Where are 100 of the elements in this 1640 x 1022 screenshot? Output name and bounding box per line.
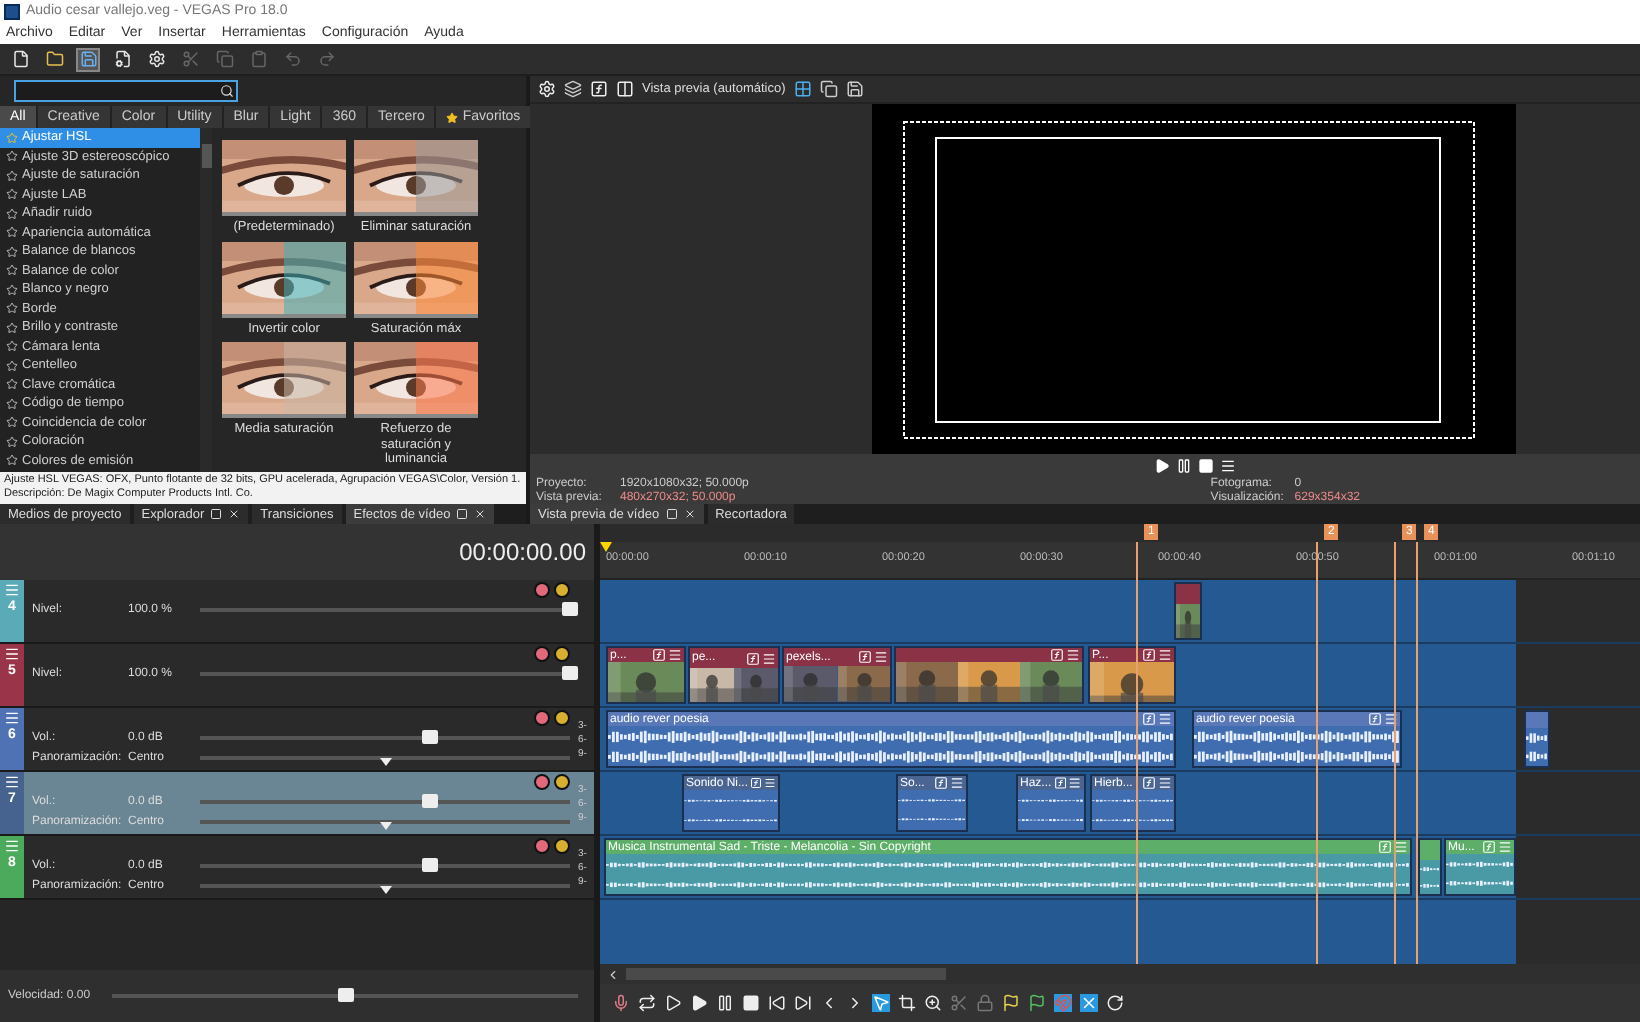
pan-thumb[interactable] (379, 886, 391, 894)
mute-icon[interactable] (534, 646, 550, 662)
menu-icon[interactable] (764, 776, 776, 790)
solo-icon[interactable] (554, 710, 570, 726)
paste-icon[interactable] (246, 47, 270, 71)
star-icon (446, 111, 459, 123)
maximize-icon[interactable] (210, 508, 223, 520)
overlay-grid-icon[interactable] (793, 80, 812, 98)
menu-icon[interactable] (1066, 648, 1080, 662)
scrollbar-thumb[interactable] (201, 144, 211, 168)
crop-icon[interactable] (898, 994, 916, 1012)
settings-icon[interactable] (144, 47, 168, 71)
star-icon (6, 397, 18, 410)
pause-icon[interactable] (1176, 457, 1192, 473)
solo-icon[interactable] (554, 838, 570, 854)
region-icon[interactable] (1028, 994, 1046, 1012)
star-icon (6, 264, 18, 277)
maximize-icon[interactable] (456, 508, 469, 520)
menu-icon[interactable] (1220, 457, 1236, 473)
menu-icon[interactable] (4, 646, 20, 662)
mute-icon[interactable] (534, 838, 550, 854)
go-to-end-icon[interactable] (794, 994, 812, 1012)
clip[interactable] (1524, 710, 1550, 768)
clip[interactable] (1418, 838, 1442, 896)
menu-icon[interactable] (762, 651, 776, 665)
search-icon[interactable] (220, 84, 234, 98)
star-icon (6, 340, 18, 353)
close-icon[interactable] (474, 508, 487, 520)
copy-frame-icon[interactable] (819, 80, 838, 98)
star-icon (6, 226, 18, 239)
zoom-icon[interactable] (924, 994, 942, 1012)
settings-icon[interactable] (538, 80, 556, 98)
star-icon (6, 321, 18, 334)
star-icon (6, 435, 18, 448)
search-field[interactable] (14, 80, 238, 102)
slider-thumb[interactable] (562, 666, 578, 680)
slider-thumb[interactable] (421, 730, 438, 744)
close-icon[interactable] (228, 508, 241, 520)
save-icon[interactable] (845, 80, 864, 98)
star-icon (6, 454, 18, 467)
scroll-left-icon[interactable] (606, 967, 620, 981)
playhead[interactable] (600, 542, 612, 552)
solo-icon[interactable] (554, 582, 570, 598)
auto-crossfade-icon[interactable] (1080, 994, 1098, 1012)
scrollbar-thumb[interactable] (626, 968, 946, 980)
save-icon[interactable] (76, 47, 100, 71)
cut-icon[interactable] (178, 47, 202, 71)
layers-icon[interactable] (564, 80, 582, 98)
lock-icon[interactable] (976, 994, 994, 1012)
star-icon (6, 302, 18, 315)
star-icon (6, 188, 18, 201)
menu-icon[interactable] (1158, 648, 1172, 662)
properties-icon[interactable] (110, 47, 134, 71)
waveform-drawing (1526, 727, 1548, 766)
split-view-icon[interactable] (616, 80, 634, 98)
stop-icon[interactable] (742, 994, 760, 1012)
clip[interactable] (894, 646, 1084, 704)
next-frame-icon[interactable] (846, 994, 864, 1012)
timecode-display: 00:00:00.00 (459, 538, 586, 566)
app-icon (4, 3, 20, 19)
star-icon (6, 150, 18, 163)
previous-frame-icon[interactable] (820, 994, 838, 1012)
loop-icon[interactable] (638, 994, 656, 1012)
star-icon (6, 283, 18, 296)
play-from-start-icon[interactable] (664, 994, 682, 1012)
mute-icon[interactable] (534, 774, 550, 790)
play-icon[interactable] (690, 994, 708, 1012)
cut-icon[interactable] (950, 994, 968, 1012)
slider-thumb[interactable] (421, 858, 438, 872)
slider-thumb[interactable] (337, 988, 353, 1002)
star-icon (6, 416, 18, 429)
solo-icon[interactable] (554, 646, 570, 662)
edit-tool-icon[interactable] (872, 994, 890, 1012)
new-file-icon[interactable] (8, 47, 32, 71)
fx-icon[interactable] (590, 80, 608, 98)
copy-icon[interactable] (212, 47, 236, 71)
mute-icon[interactable] (534, 710, 550, 726)
menu-icon[interactable] (874, 650, 888, 665)
marker-icon[interactable] (1002, 994, 1020, 1012)
clip[interactable] (1174, 582, 1202, 640)
star-icon (6, 378, 18, 391)
menu-icon[interactable] (668, 648, 682, 662)
maximize-icon[interactable] (665, 508, 678, 520)
solo-icon[interactable] (554, 774, 570, 790)
star-icon (6, 245, 18, 258)
star-icon (6, 169, 18, 182)
slider-thumb[interactable] (421, 794, 438, 808)
close-icon[interactable] (683, 508, 696, 520)
pause-icon[interactable] (716, 994, 734, 1012)
star-icon (6, 131, 18, 144)
menu-icon[interactable] (4, 774, 20, 790)
menu-icon[interactable] (4, 710, 20, 726)
record-icon[interactable] (612, 994, 630, 1012)
mute-icon[interactable] (534, 582, 550, 598)
star-icon (6, 207, 18, 220)
folder-icon[interactable] (42, 47, 66, 71)
ripple-icon[interactable] (1106, 994, 1124, 1012)
star-icon (6, 359, 18, 372)
slider-thumb[interactable] (562, 602, 578, 616)
go-to-start-icon[interactable] (768, 994, 786, 1012)
